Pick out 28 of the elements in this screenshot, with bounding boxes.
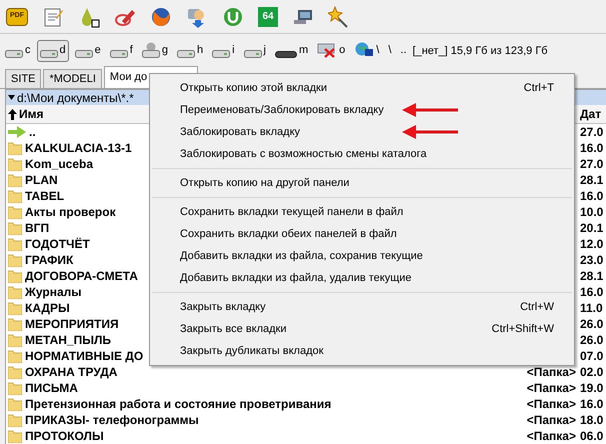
date-cell-text: 12.0	[580, 238, 604, 250]
size-cell-text: <Папка>	[526, 382, 577, 394]
date-cell-text: 18.0	[580, 414, 604, 426]
path-text: d:\Мои документы\*.*	[17, 92, 134, 104]
date-cell-text: 10.0	[580, 206, 604, 218]
date-cell-text: 26.0	[580, 318, 604, 330]
date-cell-text: 16.0	[580, 286, 604, 298]
date-cell-text: 28.1	[580, 270, 604, 282]
date-cell-text: 27.0	[580, 126, 604, 138]
date-cell-text: 19.0	[580, 382, 604, 394]
date-cell-text: 16.0	[580, 398, 604, 410]
free-space-text: 15,9 Гб из 123,9 Гб	[450, 44, 548, 59]
volume-label: [_нет_]	[412, 44, 448, 59]
date-cell-text: 26.0	[580, 334, 604, 346]
date-cell-text: 28.1	[580, 174, 604, 186]
date-cell-text: 06.0	[580, 430, 604, 442]
size-cell-text: <Папка>	[526, 366, 577, 378]
date-cell-text: 27.0	[580, 158, 604, 170]
date-cell-text: 02.0	[580, 366, 604, 378]
date-cell-text: 07.0	[580, 350, 604, 362]
date-cell-text: 16.0	[580, 190, 604, 202]
date-cell-text: 11.0	[580, 302, 604, 314]
size-cell-text: <Папка>	[526, 398, 577, 410]
size-cell-text: <Папка>	[526, 430, 577, 442]
date-cell-text: 16.0	[580, 142, 604, 154]
date-cell-text: 20.1	[580, 222, 604, 234]
date-cell-text: 23.0	[580, 254, 604, 266]
size-cell-text: <Папка>	[526, 414, 577, 426]
